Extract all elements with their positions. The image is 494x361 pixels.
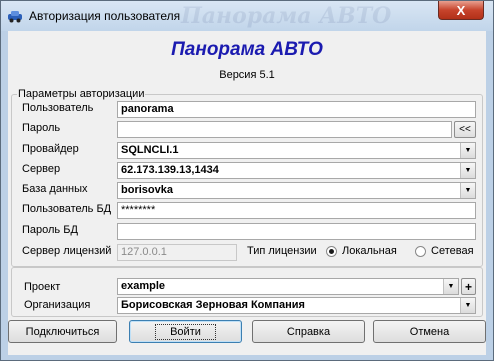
- organization-select[interactable]: Борисовская Зерновая Компания ▼: [117, 297, 476, 314]
- license-server-label: Сервер лицензий: [22, 245, 112, 257]
- close-icon: X: [456, 2, 466, 18]
- chevron-down-icon[interactable]: ▼: [460, 298, 475, 313]
- chevron-down-icon[interactable]: ▼: [460, 163, 475, 178]
- server-label: Сервер: [22, 163, 61, 175]
- close-button[interactable]: X: [438, 1, 484, 20]
- db-password-input[interactable]: [117, 223, 476, 240]
- version-label: Версия 5.1: [219, 69, 275, 81]
- login-button[interactable]: Войти: [129, 320, 242, 343]
- chevron-down-icon[interactable]: ▼: [460, 143, 475, 158]
- login-button-label: Войти: [155, 323, 216, 340]
- connect-button[interactable]: Подключиться: [8, 320, 117, 343]
- license-local-label[interactable]: Локальная: [342, 245, 397, 257]
- organization-value: Борисовская Зерновая Компания: [121, 299, 305, 311]
- license-local-radio[interactable]: [326, 246, 337, 257]
- chevron-down-icon[interactable]: ▼: [443, 279, 458, 294]
- server-select[interactable]: 62.173.139.13,1434 ▼: [117, 162, 476, 179]
- dialog-body: Панорама АВТО Версия 5.1 Параметры автор…: [8, 31, 486, 355]
- app-car-icon: [8, 11, 22, 23]
- app-name-heading: Панорама АВТО: [171, 39, 323, 60]
- cancel-button[interactable]: Отмена: [373, 320, 486, 343]
- provider-value: SQLNCLI.1: [121, 144, 179, 156]
- login-window: Панорама АВТО Авторизация пользователя X…: [0, 0, 494, 361]
- license-network-label[interactable]: Сетевая: [431, 245, 474, 257]
- database-label: База данных: [22, 183, 88, 195]
- password-label: Пароль: [22, 122, 61, 134]
- provider-label: Провайдер: [22, 143, 79, 155]
- license-server-input[interactable]: 127.0.0.1: [117, 244, 237, 261]
- help-button[interactable]: Справка: [252, 320, 365, 343]
- user-label: Пользователь: [22, 102, 94, 114]
- license-network-radio[interactable]: [415, 246, 426, 257]
- db-password-label: Пароль БД: [22, 224, 78, 236]
- license-type-label: Тип лицензии: [247, 245, 317, 257]
- database-value: borisovka: [121, 184, 173, 196]
- db-user-label: Пользователь БД: [22, 203, 112, 215]
- project-group: Проект example ▼ + Организация Борисовск…: [11, 267, 483, 317]
- show-password-button[interactable]: <<: [454, 121, 476, 138]
- database-select[interactable]: borisovka ▼: [117, 182, 476, 199]
- db-user-input[interactable]: ********: [117, 202, 476, 219]
- add-project-button[interactable]: +: [461, 278, 476, 295]
- title-watermark: Панорама АВТО: [181, 3, 392, 29]
- provider-select[interactable]: SQLNCLI.1 ▼: [117, 142, 476, 159]
- auth-params-legend: Параметры авторизации: [17, 88, 146, 100]
- window-title: Авторизация пользователя: [29, 9, 181, 23]
- project-label: Проект: [24, 281, 61, 293]
- organization-label: Организация: [24, 299, 91, 311]
- chevron-down-icon[interactable]: ▼: [460, 183, 475, 198]
- auth-params-group: Параметры авторизации Пользователь panor…: [11, 88, 483, 267]
- project-select[interactable]: example ▼: [117, 278, 459, 295]
- user-input[interactable]: panorama: [117, 101, 476, 118]
- title-bar[interactable]: Панорама АВТО Авторизация пользователя X: [1, 1, 493, 31]
- server-value: 62.173.139.13,1434: [121, 164, 219, 176]
- project-value: example: [121, 280, 166, 292]
- password-input[interactable]: [117, 121, 452, 138]
